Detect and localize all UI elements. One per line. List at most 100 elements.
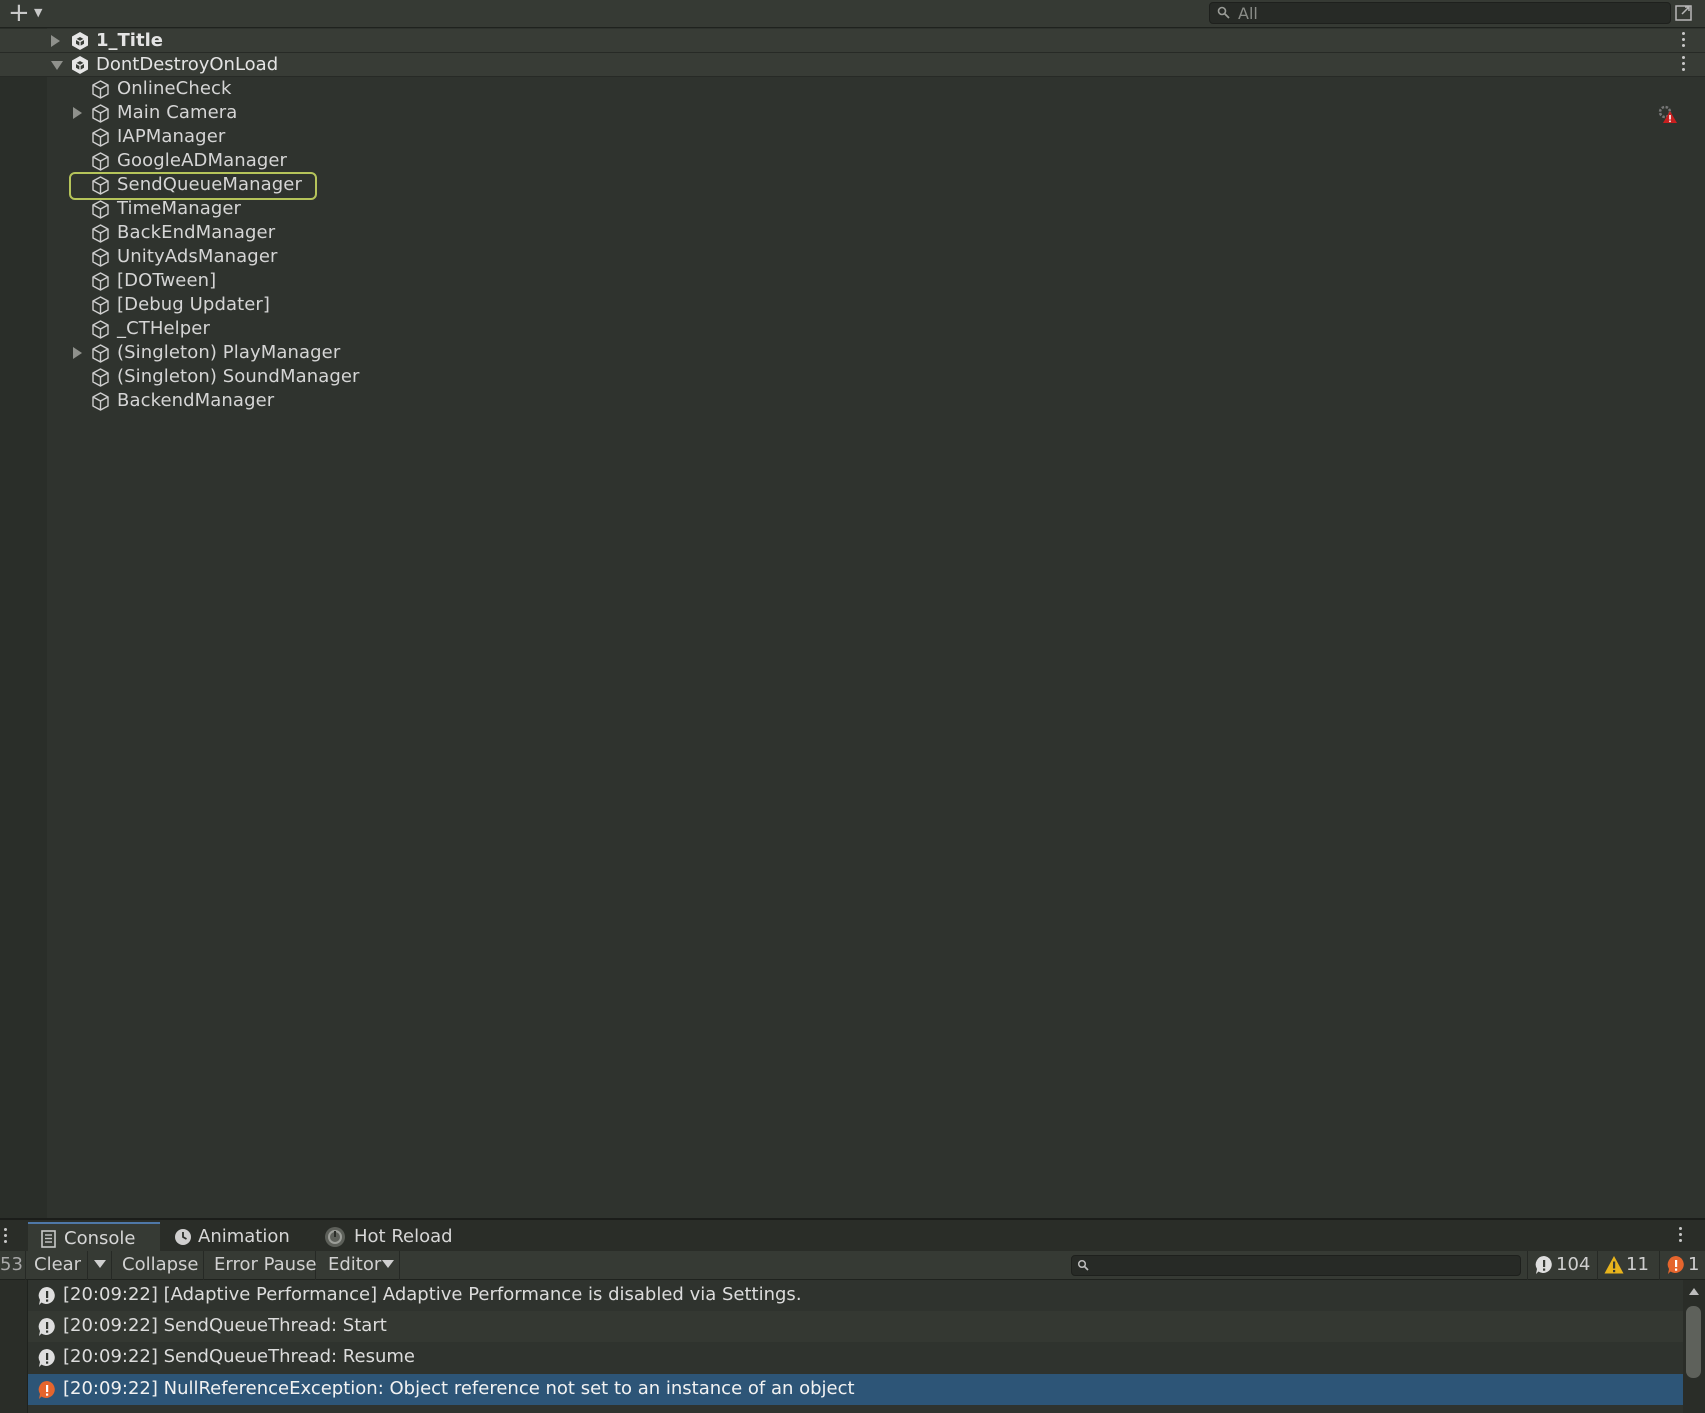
console-toolbar: 53 Clear Collapse Error Pause Editor 104… — [0, 1251, 1705, 1280]
gameobject-name: SendQueueManager — [117, 174, 302, 195]
expand-arrow-icon[interactable] — [51, 35, 60, 47]
scene-row-title[interactable]: 1_Title — [0, 29, 1705, 53]
info-count-toggle[interactable]: 104 — [1527, 1251, 1595, 1280]
gameobject-name: BackendManager — [117, 390, 275, 411]
hierarchy-item-singleton-soundmanager[interactable]: (Singleton) SoundManager — [47, 365, 1705, 389]
popout-window-icon[interactable] — [1673, 3, 1695, 23]
bottom-panel-tabbar: Console Animation Hot Reload — [0, 1218, 1705, 1252]
scrollbar-thumb[interactable] — [1686, 1306, 1701, 1378]
search-icon — [1077, 1259, 1089, 1271]
expand-arrow-icon[interactable] — [73, 107, 82, 119]
error-icon — [38, 1381, 55, 1399]
scroll-up-arrow-icon[interactable] — [1689, 1288, 1699, 1295]
tab-label: Console — [64, 1228, 136, 1249]
info-icon — [1535, 1256, 1552, 1274]
gameobject-cube-icon — [92, 368, 109, 387]
chevron-down-icon — [94, 1260, 106, 1268]
hierarchy-item-googleadmanager[interactable]: GoogleADManager — [47, 149, 1705, 173]
info-icon — [38, 1349, 55, 1367]
hierarchy-item-unityadsmanager[interactable]: UnityAdsManager — [47, 245, 1705, 269]
hierarchy-item-main-camera[interactable]: Main Camera — [47, 101, 1705, 125]
hierarchy-item-timemanager[interactable]: TimeManager — [47, 197, 1705, 221]
error-icon — [1667, 1256, 1684, 1274]
hierarchy-item-backendmanager-2[interactable]: BackendManager — [47, 389, 1705, 413]
hierarchy-search-input[interactable]: All — [1209, 2, 1671, 24]
log-entry[interactable]: [20:09:22] [Adaptive Performance] Adapti… — [28, 1280, 1683, 1311]
hierarchy-item-iapmanager[interactable]: IAPManager — [47, 125, 1705, 149]
gameobject-name: (Singleton) SoundManager — [117, 366, 360, 387]
create-add-button[interactable]: + ▼ — [6, 0, 48, 28]
hierarchy-item-cthelper[interactable]: _CTHelper — [47, 317, 1705, 341]
log-entry[interactable]: [20:09:22] SendQueueThread: Start — [28, 1311, 1683, 1342]
animation-clock-icon — [175, 1229, 191, 1245]
gameobject-name: Main Camera — [117, 102, 238, 123]
search-icon — [1217, 6, 1230, 19]
expand-arrow-icon[interactable] — [73, 347, 82, 359]
gameobject-cube-icon — [92, 272, 109, 291]
gameobject-name: (Singleton) PlayManager — [117, 342, 341, 363]
info-count: 104 — [1556, 1254, 1591, 1275]
gameobject-cube-icon — [92, 176, 109, 195]
hierarchy-item-backendmanager[interactable]: BackEndManager — [47, 221, 1705, 245]
tab-console[interactable]: Console — [28, 1222, 160, 1252]
gameobject-cube-icon — [92, 344, 109, 363]
gameobject-cube-icon — [92, 224, 109, 243]
unity-scene-icon — [72, 32, 88, 50]
tab-hot-reload[interactable]: Hot Reload — [316, 1222, 476, 1252]
more-options-icon[interactable] — [1680, 32, 1686, 50]
scene-name: 1_Title — [96, 30, 163, 51]
gameobject-cube-icon — [92, 80, 109, 99]
gameobject-name: [DOTween] — [117, 270, 217, 291]
log-message: [20:09:22] SendQueueThread: Resume — [63, 1346, 415, 1367]
clear-button[interactable]: Clear — [28, 1251, 88, 1280]
editor-label: Editor — [328, 1254, 382, 1275]
gameobject-cube-icon — [92, 152, 109, 171]
left-pane-strip — [0, 1280, 28, 1413]
hierarchy-item-singleton-playmanager[interactable]: (Singleton) PlayManager — [47, 341, 1705, 365]
warning-count: 11 — [1626, 1254, 1649, 1275]
component-warning-gear-icon[interactable] — [1655, 103, 1679, 125]
warning-count-toggle[interactable]: 11 — [1597, 1251, 1657, 1280]
tab-label: Hot Reload — [354, 1226, 453, 1247]
clear-options-dropdown[interactable] — [88, 1251, 112, 1280]
hierarchy-toolbar: + ▼ All — [0, 0, 1705, 28]
warning-icon — [1604, 1256, 1624, 1274]
chevron-down-icon: ▼ — [34, 6, 43, 19]
hierarchy-item-debug-updater[interactable]: [Debug Updater] — [47, 293, 1705, 317]
console-icon — [41, 1230, 56, 1248]
error-pause-toggle[interactable]: Error Pause — [204, 1251, 317, 1280]
panel-menu-icon[interactable] — [4, 1228, 7, 1246]
more-options-icon[interactable] — [1680, 56, 1686, 74]
error-count-toggle[interactable]: 1 — [1659, 1251, 1705, 1280]
hot-reload-icon — [325, 1227, 345, 1247]
hierarchy-item-onlinecheck[interactable]: OnlineCheck — [47, 77, 1705, 101]
console-scrollbar[interactable] — [1683, 1280, 1705, 1413]
scene-name: DontDestroyOnLoad — [96, 54, 279, 75]
gameobject-cube-icon — [92, 392, 109, 411]
log-entry-selected[interactable]: [20:09:22] NullReferenceException: Objec… — [28, 1374, 1683, 1405]
more-options-icon[interactable] — [1679, 1227, 1682, 1245]
log-message: [20:09:22] SendQueueThread: Start — [63, 1315, 387, 1336]
gameobject-cube-icon — [92, 104, 109, 123]
info-icon — [38, 1287, 55, 1305]
scene-row-dontdestroyonload[interactable]: DontDestroyOnLoad — [0, 53, 1705, 77]
collapse-arrow-icon[interactable] — [51, 61, 63, 70]
hierarchy-item-dotween[interactable]: [DOTween] — [47, 269, 1705, 293]
log-entry[interactable]: [20:09:22] SendQueueThread: Resume — [28, 1342, 1683, 1373]
gameobject-name: BackEndManager — [117, 222, 276, 243]
left-pane-count: 53 — [0, 1251, 26, 1280]
plus-icon: + — [8, 0, 30, 28]
collapse-toggle[interactable]: Collapse — [112, 1251, 204, 1280]
editor-target-dropdown[interactable]: Editor — [318, 1251, 400, 1280]
console-search-input[interactable] — [1071, 1255, 1521, 1276]
gameobject-name: _CTHelper — [117, 318, 210, 339]
gameobject-name: [Debug Updater] — [117, 294, 271, 315]
hierarchy-item-sendqueuemanager[interactable]: SendQueueManager — [47, 172, 1705, 200]
log-message: [20:09:22] [Adaptive Performance] Adapti… — [63, 1284, 802, 1305]
log-message: [20:09:22] NullReferenceException: Objec… — [63, 1378, 855, 1399]
tab-animation[interactable]: Animation — [162, 1222, 312, 1252]
gameobject-cube-icon — [92, 128, 109, 147]
gameobject-cube-icon — [92, 320, 109, 339]
search-placeholder: All — [1238, 4, 1258, 23]
gameobject-cube-icon — [92, 200, 109, 219]
